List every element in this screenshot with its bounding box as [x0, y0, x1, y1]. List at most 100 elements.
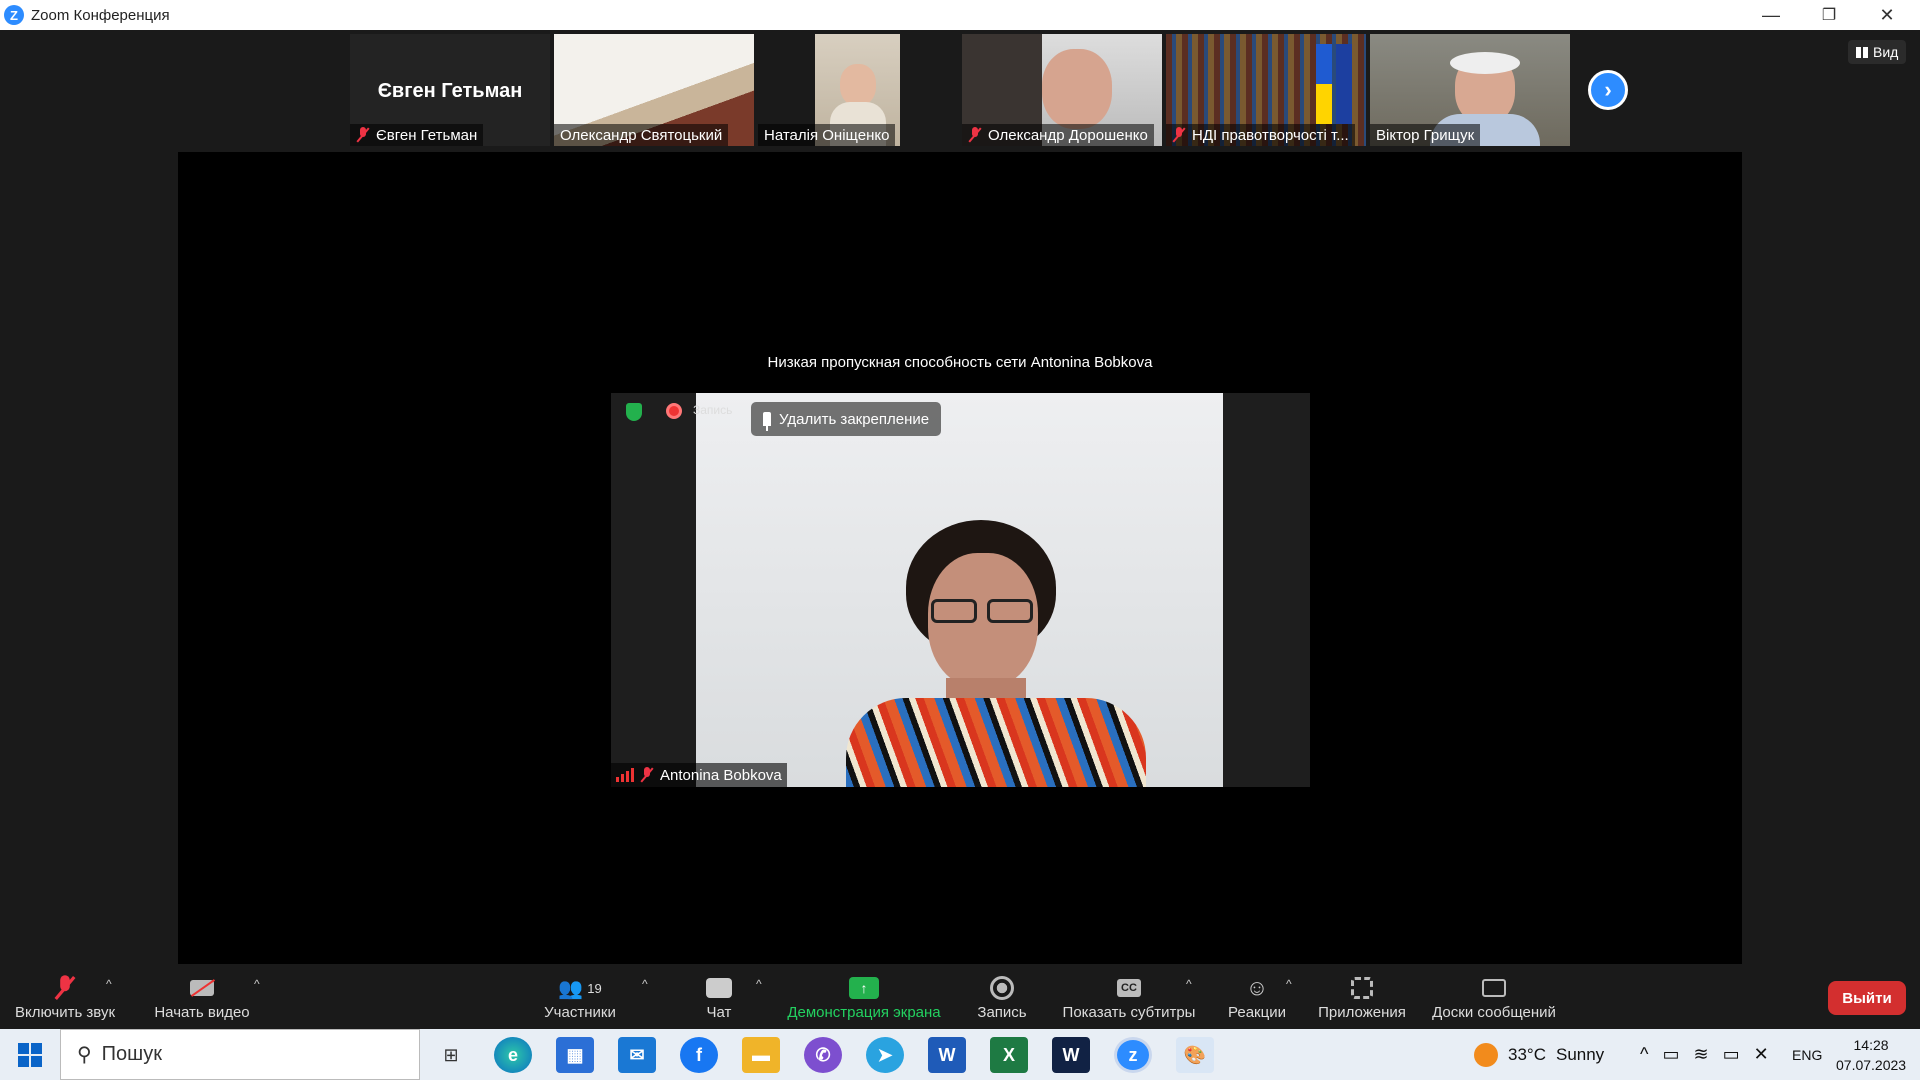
chevron-up-icon[interactable]: ^	[1640, 1044, 1648, 1065]
pinned-video[interactable]: Запись Удалить закрепление Antonina Bobk…	[611, 393, 1310, 787]
windows-start-icon[interactable]	[18, 1043, 42, 1067]
participant-name-tag: Олександр Дорошенко	[962, 124, 1154, 146]
face-shape	[840, 64, 876, 106]
mic-muted-icon	[50, 975, 80, 1001]
speaker-name: Antonina Bobkova	[660, 766, 782, 784]
unpin-label: Удалить закрепление	[779, 410, 930, 428]
paint-icon[interactable]: 🎨	[1176, 1037, 1214, 1073]
search-placeholder: Пошук	[101, 1043, 162, 1065]
chat-button[interactable]: Чат	[688, 965, 750, 1029]
mic-muted-icon	[640, 767, 654, 783]
show-captions-button[interactable]: CC Показать субтитры	[1056, 965, 1202, 1029]
share-screen-icon: ↑	[849, 975, 879, 1001]
view-button[interactable]: Вид	[1848, 40, 1907, 64]
participants-count: 19	[587, 980, 602, 996]
participant-name: Наталія Оніщенко	[764, 126, 890, 144]
chat-options-chevron-icon[interactable]: ^	[756, 977, 762, 991]
video-feed	[696, 393, 1223, 787]
smiley-plus-icon: ☺	[1245, 975, 1269, 1000]
word-icon[interactable]: W	[928, 1037, 966, 1073]
restore-button[interactable]: ❐	[1800, 0, 1858, 30]
audio-options-chevron-icon[interactable]: ^	[106, 977, 112, 991]
participants-options-chevron-icon[interactable]: ^	[642, 977, 648, 991]
facebook-icon[interactable]: f	[680, 1037, 718, 1073]
pin-icon	[763, 412, 771, 431]
task-view-icon[interactable]: ⊞	[432, 1037, 470, 1073]
reactions-button[interactable]: ☺ Реакции	[1216, 965, 1298, 1029]
edge-icon[interactable]: e	[494, 1037, 532, 1073]
glasses-shape	[931, 599, 1039, 625]
participant-name-tag: НДІ правотворчості т...	[1166, 124, 1355, 146]
store-icon[interactable]: ▦	[556, 1037, 594, 1073]
language-indicator[interactable]: ENG	[1792, 1029, 1822, 1080]
low-bandwidth-notice: Низкая пропускная способность сети Anton…	[767, 354, 1153, 371]
whiteboard-icon	[1479, 975, 1509, 1001]
weather-temp: 33°C	[1508, 1044, 1546, 1064]
main-video-area: Низкая пропускная способность сети Anton…	[178, 152, 1742, 964]
flag-eu-icon	[1336, 44, 1352, 124]
video-off-icon	[187, 975, 217, 1001]
taskbar-search[interactable]: ⚲ Пошук	[60, 1029, 420, 1080]
wifi-icon[interactable]: ≋	[1693, 1044, 1708, 1065]
participant-tile[interactable]: Олександр Дорошенко	[962, 34, 1162, 146]
participant-tile[interactable]: Наталія Оніщенко	[758, 34, 900, 146]
recording-dot-icon	[666, 403, 682, 419]
windows-taskbar: ⚲ Пошук ⊞ e ▦ ✉ f ▬ ✆ ➤ W X W z 🎨 33°C S…	[0, 1029, 1920, 1080]
webex-icon[interactable]: W	[1052, 1037, 1090, 1073]
excel-icon[interactable]: X	[990, 1037, 1028, 1073]
title-bar: Z Zoom Конференция — ❐ ✕	[0, 0, 1920, 30]
participant-tile[interactable]: НДІ правотворчості т...	[1166, 34, 1366, 146]
reactions-label: Реакции	[1228, 1004, 1286, 1021]
zoom-icon[interactable]: z	[1114, 1037, 1152, 1073]
clock-date: 07.07.2023	[1836, 1056, 1907, 1073]
participant-tile[interactable]: Євген Гетьман Євген Гетьман	[350, 34, 550, 146]
apps-icon	[1347, 975, 1377, 1001]
sun-icon	[1474, 1042, 1498, 1067]
leave-meeting-button[interactable]: Выйти	[1828, 981, 1906, 1015]
unmute-button[interactable]: Включить звук	[0, 965, 130, 1029]
start-video-label: Начать видео	[154, 1004, 250, 1021]
participant-tile[interactable]: Олександр Святоцький	[554, 34, 754, 146]
captions-options-chevron-icon[interactable]: ^	[1186, 977, 1192, 991]
start-video-button[interactable]: Начать видео	[140, 965, 264, 1029]
signal-strength-icon	[616, 768, 634, 782]
participant-name-tag: Віктор Грищук	[1370, 124, 1481, 146]
participant-name-tag: Євген Гетьман	[350, 124, 484, 146]
record-icon	[987, 975, 1017, 1001]
screen-icon[interactable]: ▭	[1662, 1044, 1679, 1065]
record-button[interactable]: Запись	[964, 965, 1040, 1029]
battery-icon[interactable]: ▭	[1723, 1044, 1740, 1065]
striped-shirt-shape	[846, 698, 1146, 787]
reactions-options-chevron-icon[interactable]: ^	[1286, 977, 1292, 991]
close-button[interactable]: ✕	[1858, 0, 1916, 30]
clock[interactable]: 14:28 07.07.2023	[1836, 1029, 1906, 1080]
security-shield-icon	[626, 403, 642, 421]
participants-label: Участники	[544, 1004, 616, 1021]
whiteboards-button[interactable]: Доски сообщений	[1424, 965, 1564, 1029]
participant-name: Євген Гетьман	[376, 126, 478, 144]
weather-widget[interactable]: 33°C Sunny	[1474, 1029, 1604, 1080]
flag-ukraine-icon	[1316, 44, 1332, 124]
file-explorer-icon[interactable]: ▬	[742, 1037, 780, 1073]
speaker-muted-icon[interactable]: ✕	[1754, 1044, 1769, 1065]
apps-button[interactable]: Приложения	[1312, 965, 1412, 1029]
share-screen-button[interactable]: ↑ Демонстрация экрана	[780, 965, 948, 1029]
participant-tile[interactable]: Віктор Грищук	[1370, 34, 1570, 146]
participants-icon: 👥 19	[558, 977, 602, 1000]
viber-icon[interactable]: ✆	[804, 1037, 842, 1073]
unpin-button[interactable]: Удалить закрепление	[751, 402, 942, 436]
view-button-label: Вид	[1873, 44, 1899, 60]
participant-name: Олександр Дорошенко	[988, 126, 1148, 144]
apps-label: Приложения	[1318, 1004, 1406, 1021]
mail-icon[interactable]: ✉	[618, 1037, 656, 1073]
minimize-button[interactable]: —	[1742, 0, 1800, 30]
telegram-icon[interactable]: ➤	[866, 1037, 904, 1073]
recording-label: Запись	[693, 403, 733, 417]
chat-bubble-icon	[704, 975, 734, 1001]
participant-name: Віктор Грищук	[1376, 126, 1475, 144]
captions-label: Показать субтитры	[1062, 1004, 1196, 1021]
next-page-button[interactable]: ›	[1588, 70, 1628, 110]
participants-button[interactable]: 👥 19 Участники	[538, 965, 622, 1029]
video-options-chevron-icon[interactable]: ^	[254, 977, 260, 991]
speaker-name-tag: Antonina Bobkova	[611, 763, 787, 787]
